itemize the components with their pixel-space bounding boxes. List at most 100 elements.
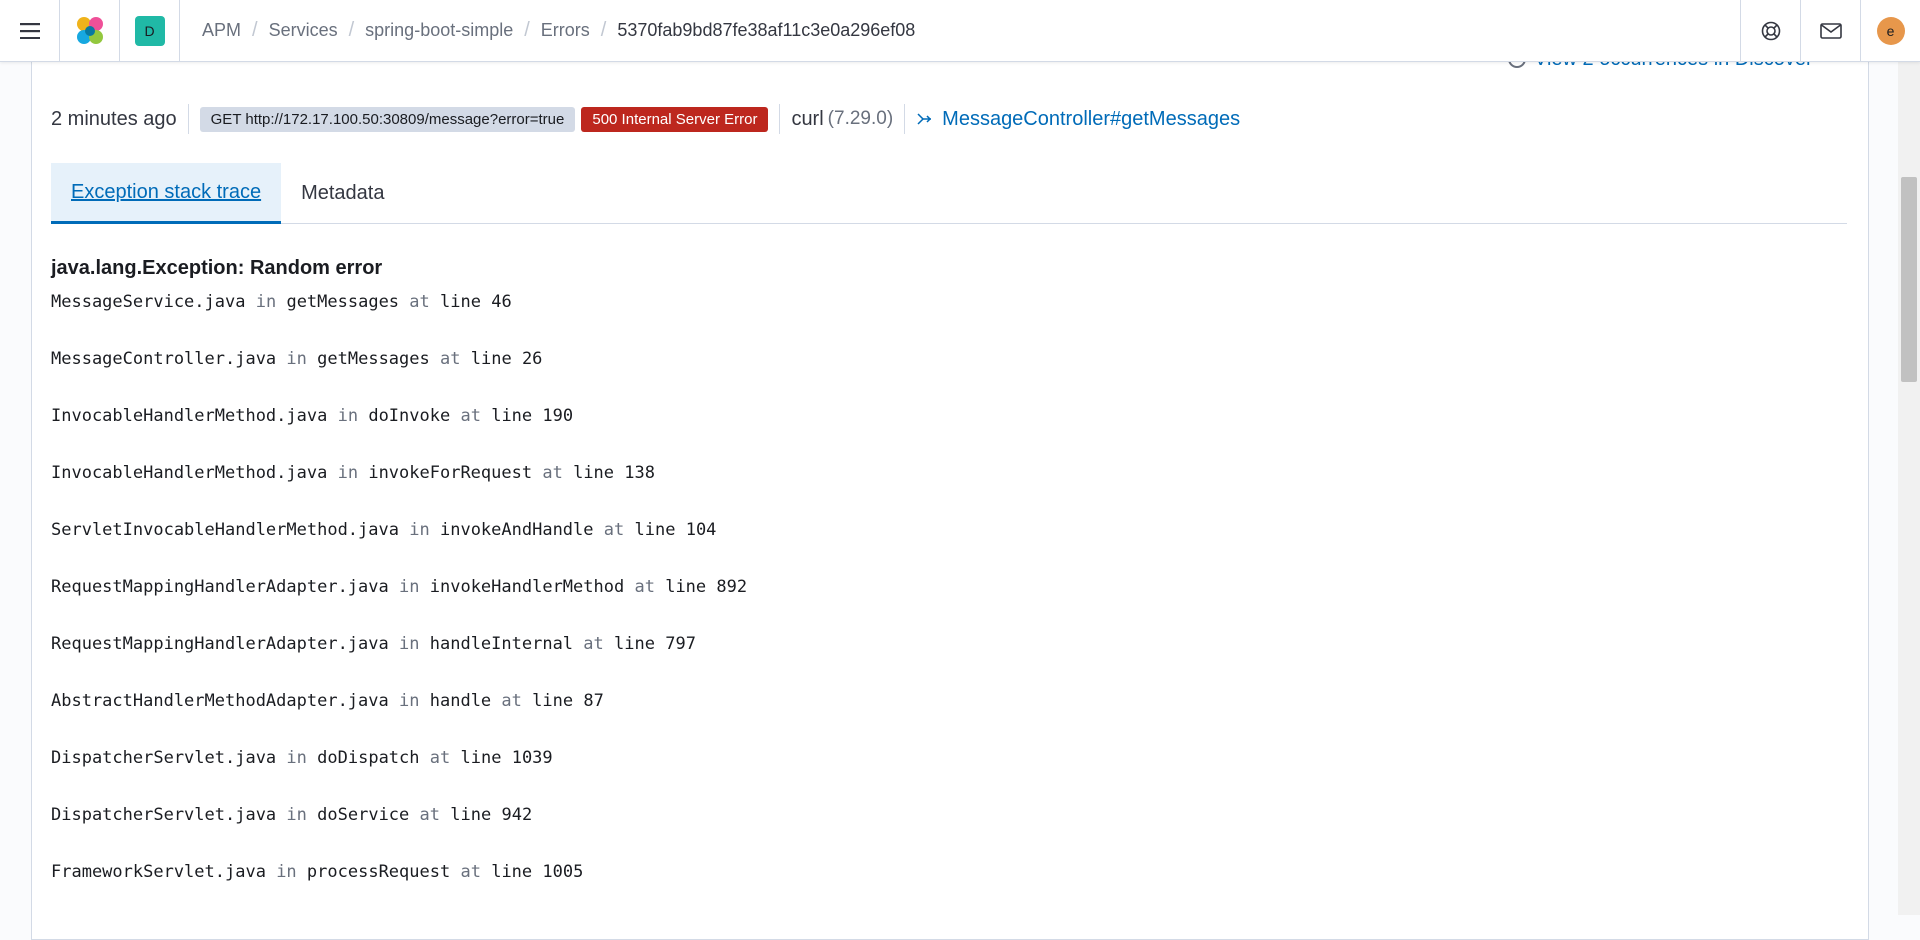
frame-line: 797 xyxy=(665,634,696,654)
newsfeed-button[interactable] xyxy=(1800,0,1860,62)
hamburger-icon xyxy=(19,22,40,39)
frame-file: MessageController.java xyxy=(51,349,277,369)
frame-keyword: in xyxy=(255,292,277,312)
frame-keyword: at xyxy=(542,463,563,483)
frame-line: 892 xyxy=(716,577,748,597)
frame-keyword: at xyxy=(501,691,522,711)
frame-file: DispatcherServlet.java xyxy=(51,748,277,768)
breadcrumb-separator: / xyxy=(600,19,607,41)
frame-file: MessageService.java xyxy=(51,292,246,312)
frame-keyword: line xyxy=(634,520,676,540)
frame-method: handle xyxy=(429,691,492,711)
exception-title: java.lang.Exception: Random error xyxy=(51,257,383,279)
frame-file: ServletInvocableHandlerMethod.java xyxy=(51,520,399,540)
mail-icon xyxy=(1819,22,1842,39)
stack-frame: DispatcherServlet.java in doDispatch at … xyxy=(51,746,747,803)
top-header: D APM / Services / spring-boot-simple / … xyxy=(0,0,1920,62)
menu-button[interactable] xyxy=(0,0,60,62)
frame-keyword: at xyxy=(409,292,430,312)
scrollbar-thumb[interactable] xyxy=(1901,177,1917,382)
breadcrumb-separator: / xyxy=(252,19,258,41)
frame-keyword: in xyxy=(276,862,297,882)
frame-line: 87 xyxy=(583,691,604,711)
frame-keyword: in xyxy=(409,520,430,540)
merge-icon xyxy=(917,113,932,125)
frame-keyword: line xyxy=(440,292,481,312)
frame-line: 46 xyxy=(491,292,512,312)
breadcrumb-service[interactable]: spring-boot-simple xyxy=(365,20,513,41)
avatar: e xyxy=(1876,16,1905,45)
frame-keyword: line xyxy=(665,577,707,597)
detail-tabs: Exception stack trace Metadata xyxy=(51,163,1847,224)
breadcrumb-error-id: 5370fab9bd87fe38af11c3e0a296ef08 xyxy=(617,20,916,40)
frame-keyword: line xyxy=(450,805,492,825)
status-badge: 500 Internal Server Error xyxy=(581,106,769,132)
frame-keyword: in xyxy=(286,748,307,768)
frame-method: getMessages xyxy=(317,349,430,369)
frame-keyword: in xyxy=(337,463,359,483)
user-menu-button[interactable]: e xyxy=(1860,0,1920,62)
summary-request: GET http://172.17.100.50:30809/message?e… xyxy=(187,104,780,134)
frame-file: DispatcherServlet.java xyxy=(51,805,277,825)
frame-keyword: at xyxy=(583,634,604,654)
frame-keyword: line xyxy=(532,691,574,711)
frame-method: doDispatch xyxy=(317,748,420,768)
frame-file: RequestMappingHandlerAdapter.java xyxy=(51,634,389,654)
help-button[interactable] xyxy=(1740,0,1800,62)
frame-line: 1039 xyxy=(511,748,553,768)
error-summary: 2 minutes ago GET http://172.17.100.50:3… xyxy=(51,103,1251,135)
transaction-name: MessageController#getMessages xyxy=(942,107,1241,130)
elastic-logo-icon xyxy=(76,16,103,44)
stack-frame: MessageController.java in getMessages at… xyxy=(51,347,747,404)
frame-keyword: line xyxy=(573,463,615,483)
transaction-link[interactable]: MessageController#getMessages xyxy=(916,108,1240,131)
frame-keyword: in xyxy=(286,805,307,825)
frame-method: doService xyxy=(317,805,410,825)
stack-frame: FrameworkServlet.java in processRequest … xyxy=(51,860,747,917)
request-url-badge: GET http://172.17.100.50:30809/message?e… xyxy=(199,106,576,132)
frame-line: 26 xyxy=(521,349,543,369)
frame-method: handleInternal xyxy=(429,634,574,654)
breadcrumb-errors[interactable]: Errors xyxy=(541,20,590,41)
user-agent-version: (7.29.0) xyxy=(827,108,894,129)
frame-keyword: at xyxy=(429,748,451,768)
breadcrumb-apm[interactable]: APM xyxy=(202,20,241,41)
breadcrumb-separator: / xyxy=(524,19,530,41)
frame-method: processRequest xyxy=(306,862,451,882)
stack-frame: RequestMappingHandlerAdapter.java in inv… xyxy=(51,575,747,632)
frame-keyword: at xyxy=(440,349,461,369)
frame-keyword: at xyxy=(419,805,441,825)
breadcrumb-services[interactable]: Services xyxy=(269,20,338,41)
breadcrumb-separator: / xyxy=(348,19,355,41)
frame-file: FrameworkServlet.java xyxy=(51,862,266,882)
tab-metadata[interactable]: Metadata xyxy=(281,163,404,224)
frame-keyword: in xyxy=(286,349,307,369)
frame-keyword: in xyxy=(399,691,420,711)
space-selector[interactable]: D xyxy=(120,0,180,62)
stack-frame: RequestMappingHandlerAdapter.java in han… xyxy=(51,632,747,689)
summary-transaction: MessageController#getMessages xyxy=(904,104,1251,134)
tab-exception-stack-trace[interactable]: Exception stack trace xyxy=(51,163,282,224)
elastic-logo[interactable] xyxy=(60,0,120,62)
frame-file: InvocableHandlerMethod.java xyxy=(51,463,328,483)
frame-keyword: line xyxy=(460,748,502,768)
page-scrollbar[interactable] xyxy=(1898,62,1920,915)
frame-line: 1005 xyxy=(542,862,584,882)
frame-keyword: at xyxy=(603,520,625,540)
summary-timestamp: 2 minutes ago xyxy=(51,104,188,134)
stack-frame: ServletInvocableHandlerMethod.java in in… xyxy=(51,518,747,575)
stack-frame: InvocableHandlerMethod.java in invokeFor… xyxy=(51,461,747,518)
frame-method: doInvoke xyxy=(368,406,451,426)
frame-line: 942 xyxy=(501,805,533,825)
frame-keyword: at xyxy=(460,862,481,882)
frame-method: invokeHandlerMethod xyxy=(429,577,625,597)
frame-keyword: in xyxy=(337,406,359,426)
frame-keyword: in xyxy=(399,634,420,654)
breadcrumb: APM / Services / spring-boot-simple / Er… xyxy=(180,19,1740,42)
stack-frame: DispatcherServlet.java in doService at l… xyxy=(51,803,747,860)
frame-keyword: at xyxy=(634,577,655,597)
user-agent-name: curl xyxy=(791,107,824,130)
frame-keyword: at xyxy=(460,406,481,426)
frame-file: RequestMappingHandlerAdapter.java xyxy=(51,577,389,597)
timestamp-text: 2 minutes ago xyxy=(51,107,177,130)
